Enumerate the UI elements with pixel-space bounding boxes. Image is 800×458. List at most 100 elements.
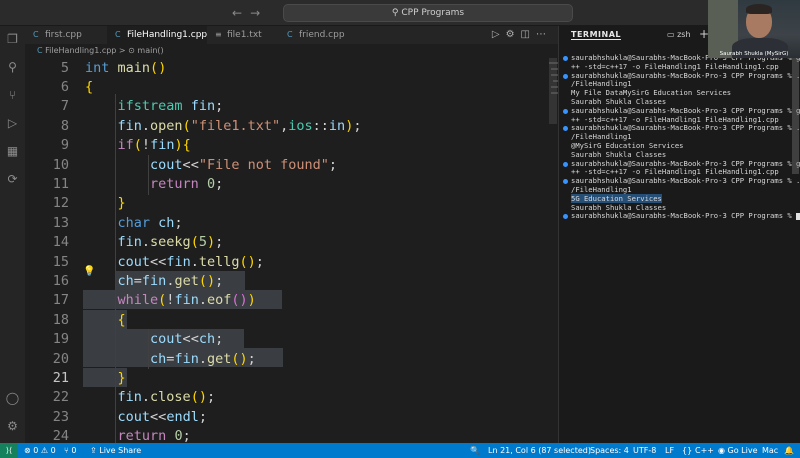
line-number: 14 <box>52 234 69 251</box>
code-text: int main() <box>85 59 167 76</box>
line-number: 21 <box>52 369 69 386</box>
code-text: cout<<ch; <box>150 331 224 348</box>
code-text: } <box>117 195 126 212</box>
code-line[interactable]: 16 ch=fin.get(); <box>25 272 535 291</box>
breadcrumb: C FileHandling1.cpp > ⊙ main() <box>25 44 558 58</box>
lightbulb-icon[interactable]: 💡 <box>83 266 95 277</box>
terminal-line-text: Saurabh Shukla Classes <box>571 97 667 106</box>
source-control-icon[interactable]: ⑂ <box>5 88 20 103</box>
remote-indicator[interactable]: ⟩⟨ <box>0 443 18 458</box>
zoom-icon[interactable]: 🔍 <box>470 443 480 458</box>
code-text: while(!fin.eof()) <box>117 292 256 309</box>
webcam-overlay: Saurabh Shukla (MySirG) <box>708 0 800 58</box>
line-number: 17 <box>52 292 69 309</box>
live-share-button[interactable]: ⇪ Live Share <box>90 443 141 458</box>
go-live-button[interactable]: ◉ Go Live <box>718 443 758 458</box>
code-line[interactable]: 22 fin.close(); <box>25 388 535 407</box>
code-line[interactable]: 15 cout<<fin.tellg(); <box>25 253 535 272</box>
cpp-file-icon: C <box>33 30 39 39</box>
code-line[interactable]: 11 return 0; <box>25 175 535 194</box>
command-status-dot[interactable] <box>563 179 568 185</box>
code-line[interactable]: 8 fin.open("file1.txt",ios::in); <box>25 117 535 136</box>
search-view-icon[interactable]: ⚲ <box>5 60 20 75</box>
notifications-bell-icon[interactable]: 🔔 <box>784 443 794 458</box>
explorer-icon[interactable]: ❐ <box>5 32 20 47</box>
command-center[interactable]: ⚲ CPP Programs <box>283 4 573 22</box>
command-status-dot[interactable] <box>563 161 568 167</box>
breadcrumb-file[interactable]: FileHandling1.cpp <box>45 46 116 55</box>
breadcrumb-symbol[interactable]: main() <box>137 46 163 55</box>
nav-arrows: ← → <box>232 6 268 20</box>
tab-file1-txt[interactable]: ≡ file1.txt <box>207 26 279 44</box>
code-line[interactable]: 14 fin.seekg(5); <box>25 233 535 252</box>
back-arrow-icon[interactable]: ← <box>232 6 242 20</box>
terminal-shell-selector[interactable]: ▭ zsh <box>667 30 691 39</box>
platform-indicator[interactable]: Mac <box>762 443 778 458</box>
settings-gear-icon[interactable]: ⚙ <box>5 419 20 434</box>
account-icon[interactable]: ◯ <box>5 391 20 406</box>
code-line[interactable]: 7 ifstream fin; <box>25 97 535 116</box>
code-text: if(!fin){ <box>117 137 191 154</box>
language-mode[interactable]: C++ <box>695 443 714 458</box>
command-status-dot[interactable] <box>563 73 568 79</box>
remote-explorer-icon[interactable]: ⟳ <box>5 172 20 187</box>
terminal-scrollbar[interactable] <box>792 54 799 174</box>
indentation-indicator[interactable]: Spaces: 4 <box>590 443 629 458</box>
code-line[interactable]: 19 cout<<ch; <box>25 330 535 349</box>
command-status-dot[interactable] <box>563 126 568 132</box>
tab-filehandling1-cpp[interactable]: C FileHandling1.cpp <box>107 26 207 44</box>
language-braces-icon[interactable]: {} <box>682 443 692 458</box>
terminal-line-text: @MySirG Education Services <box>571 141 684 150</box>
editor-scrollbar[interactable] <box>549 58 557 124</box>
code-text: return 0; <box>117 428 191 443</box>
code-text: { <box>85 78 94 95</box>
editor-tab-bar: C first.cpp C FileHandling1.cpp ≡ file1.… <box>25 26 558 44</box>
code-editor[interactable]: 5 int main() 6{7 ifstream fin; 8 fin.open("… <box>25 58 558 443</box>
cursor-position[interactable]: Ln 21, Col 6 (87 selected) <box>488 443 591 458</box>
terminal-line: saurabhshukla@Saurabhs-MacBook-Pro-3 CPP… <box>571 211 800 221</box>
code-text: cout<<endl; <box>117 408 207 425</box>
problems-indicator[interactable]: ⊗ 0 ⚠ 0 <box>24 443 56 458</box>
eol-indicator[interactable]: LF <box>665 443 674 458</box>
line-number: 10 <box>52 156 69 173</box>
line-number: 18 <box>52 311 69 328</box>
code-line[interactable]: 17 while(!fin.eof()) <box>25 291 535 310</box>
command-status-dot[interactable] <box>563 56 568 61</box>
run-icon[interactable]: ▷ <box>492 29 506 40</box>
terminal-icon: ▭ <box>667 30 675 39</box>
ports-indicator[interactable]: ⑂ 0 <box>64 443 76 458</box>
code-line[interactable]: 24 return 0; <box>25 427 535 443</box>
encoding-indicator[interactable]: UTF-8 <box>633 443 656 458</box>
code-line[interactable]: 5 int main() <box>25 59 535 78</box>
command-status-dot[interactable] <box>563 214 568 220</box>
line-number: 22 <box>52 389 69 406</box>
run-debug-icon[interactable]: ▷ <box>5 116 20 131</box>
code-line[interactable]: 12 } <box>25 194 535 213</box>
settings-gear-icon[interactable]: ⚙ <box>506 29 521 40</box>
terminal-line-text: saurabhshukla@Saurabhs-MacBook-Pro-3 CPP… <box>571 211 797 221</box>
code-line[interactable]: 10 cout<<"File not found"; <box>25 156 535 175</box>
command-status-dot[interactable] <box>563 108 568 114</box>
more-icon[interactable]: ⋯ <box>536 29 552 40</box>
code-line[interactable]: 6{ <box>25 78 535 97</box>
extensions-icon[interactable]: ▦ <box>5 144 20 159</box>
code-line[interactable]: 21 } <box>25 369 535 388</box>
line-number: 8 <box>60 117 69 134</box>
shell-label: zsh <box>677 30 691 39</box>
code-line[interactable]: 20 ch=fin.get(); <box>25 350 535 369</box>
code-line[interactable]: 9 if(!fin){ <box>25 136 535 155</box>
tab-friend-cpp[interactable]: C friend.cpp <box>279 26 363 44</box>
tab-first-cpp[interactable]: C first.cpp <box>25 26 107 44</box>
code-line[interactable]: 23 cout<<endl; <box>25 408 535 427</box>
forward-arrow-icon[interactable]: → <box>250 6 260 20</box>
status-bar: ⟩⟨ ⊗ 0 ⚠ 0 ⑂ 0 ⇪ Live Share 🔍 Ln 21, Col… <box>0 443 800 458</box>
terminal-line-text: My File DataMySirG Education Services <box>571 88 732 98</box>
activity-bar: ❐ ⚲ ⑂ ▷ ▦ ⟳ ◯ ⚙ <box>0 26 25 443</box>
code-line[interactable]: 13 char ch; <box>25 214 535 233</box>
line-number: 24 <box>52 428 69 443</box>
terminal-line-text: saurabhshukla@Saurabhs-MacBook-Pro-3 CPP… <box>571 70 800 80</box>
terminal-tab[interactable]: TERMINAL <box>571 30 622 40</box>
split-editor-icon[interactable]: ◫ <box>521 29 536 40</box>
code-line[interactable]: 18 { <box>25 311 535 330</box>
line-number: 23 <box>52 408 69 425</box>
